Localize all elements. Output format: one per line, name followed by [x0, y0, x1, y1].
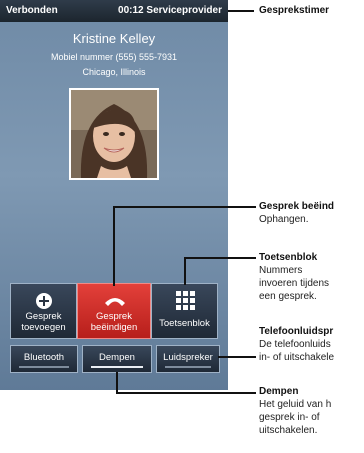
phone-screen: Verbonden 00:12 Serviceprovider Kristine… — [0, 0, 228, 390]
end-call-callout-title: Gesprek beëind — [259, 201, 335, 212]
speaker-toggle[interactable]: Luidspreker — [156, 345, 220, 373]
keypad-callout-line-h — [184, 257, 256, 259]
add-call-button[interactable]: Gesprek toevoegen — [10, 283, 77, 339]
contact-name: Kristine Kelley — [72, 31, 156, 46]
status-bar: Verbonden 00:12 Serviceprovider — [0, 0, 228, 22]
end-call-callout-text: Ophangen. — [259, 214, 309, 225]
contact-location: Chicago, Illinois — [82, 67, 146, 77]
mute-label: Dempen — [99, 352, 135, 363]
add-call-label-2: toevoegen — [21, 322, 66, 333]
hang-up-icon — [105, 298, 125, 306]
keypad-button[interactable]: Toetsenblok — [151, 283, 218, 339]
contact-number: Mobiel nummer (555) 555-7931 — [50, 52, 178, 62]
timer-callout-title: Gesprekstimer — [259, 5, 330, 16]
speaker-label: Luidspreker — [163, 352, 213, 363]
speaker-callout-line — [218, 356, 256, 358]
end-call-callout-line-h — [113, 206, 256, 208]
keypad-callout-line-1: Nummers — [259, 265, 303, 276]
keypad-callout-line-3: een gesprek. — [259, 291, 317, 302]
speaker-callout-line-2: in- of uitschakele — [259, 352, 335, 363]
end-call-callout-line — [113, 206, 115, 286]
call-status: Verbonden — [6, 5, 58, 16]
keypad-callout-line — [184, 257, 186, 285]
bluetooth-indicator — [19, 366, 69, 368]
mute-indicator — [91, 366, 143, 368]
speaker-callout-title: Telefoonluidspr — [259, 326, 334, 337]
mute-callout-line-h — [116, 392, 256, 394]
end-call-label-2: beëindigen — [90, 322, 138, 333]
mute-toggle[interactable]: Dempen — [82, 345, 152, 373]
timer-callout-line — [228, 10, 254, 12]
call-timer: 00:12 Serviceprovider — [118, 5, 222, 16]
keypad-callout-line-2: invoeren tijdens — [259, 278, 330, 289]
speaker-indicator — [165, 366, 211, 368]
bluetooth-toggle[interactable]: Bluetooth — [10, 345, 78, 373]
mute-callout-line — [116, 372, 118, 394]
mute-callout-title: Dempen — [259, 386, 299, 397]
end-call-label-1: Gesprek — [96, 311, 132, 322]
keypad-icon — [176, 291, 195, 310]
plus-icon — [36, 293, 52, 309]
bluetooth-label: Bluetooth — [23, 352, 65, 363]
add-call-label-1: Gesprek — [25, 311, 62, 322]
keypad-callout-title: Toetsenblok — [259, 252, 318, 263]
contact-photo — [69, 88, 159, 180]
mute-callout-line-1: Het geluid van h — [259, 399, 332, 410]
keypad-label: Toetsenblok — [159, 318, 210, 329]
mute-callout-line-2: gesprek in- of — [259, 412, 320, 423]
mute-callout-line-3: uitschakelen. — [259, 425, 318, 436]
end-call-button[interactable]: Gesprek beëindigen — [77, 283, 151, 339]
speaker-callout-line-1: De telefoonluids — [259, 339, 331, 350]
